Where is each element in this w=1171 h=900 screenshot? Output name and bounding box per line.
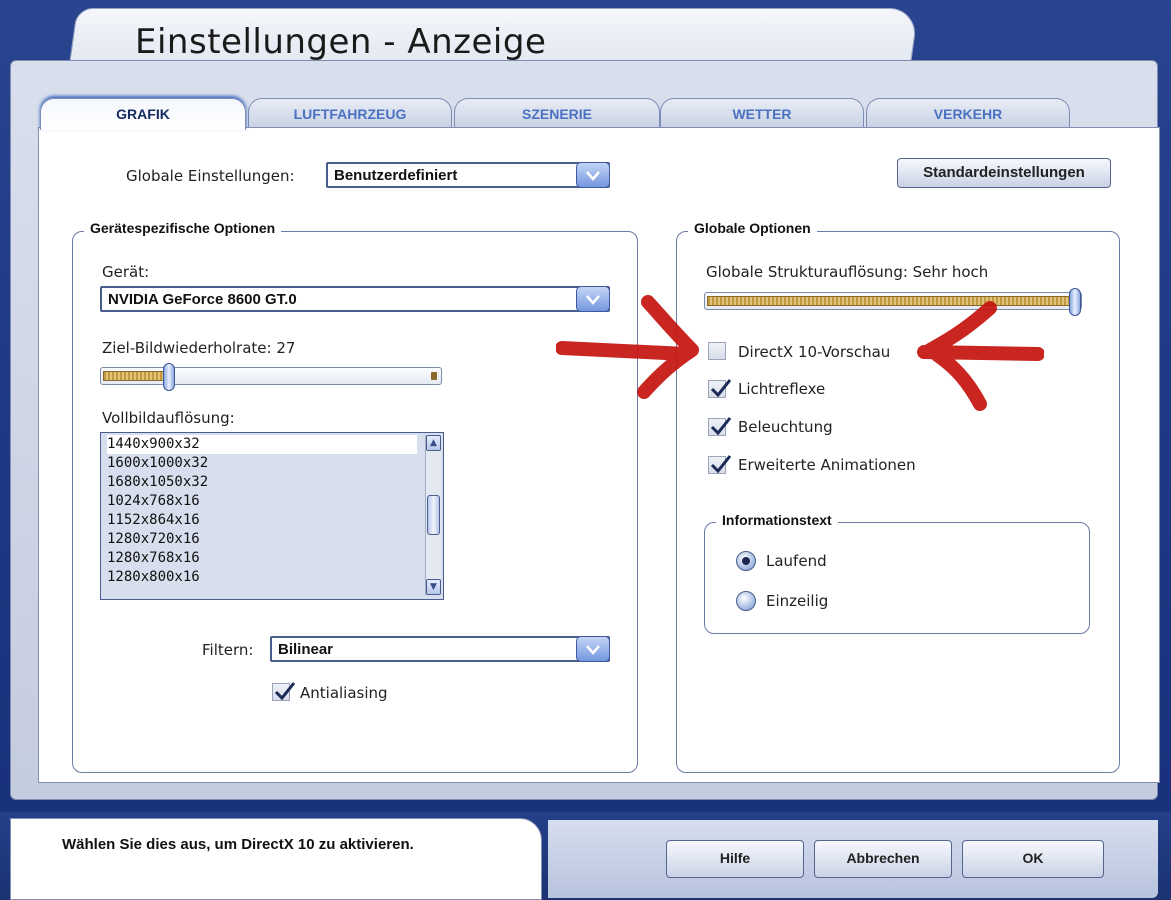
slider-end-marker (431, 372, 437, 380)
tab-verkehr[interactable]: VERKEHR (866, 98, 1070, 128)
ok-button[interactable]: OK (962, 840, 1104, 878)
chevron-down-icon[interactable] (576, 636, 610, 662)
lighting-label: Beleuchtung (738, 418, 833, 436)
list-item[interactable]: 1440x900x32 (107, 435, 417, 454)
scroll-up-icon[interactable]: ▲ (426, 435, 441, 451)
filter-label: Filtern: (202, 641, 254, 659)
cancel-button[interactable]: Abbrechen (814, 840, 952, 878)
single-line-radio[interactable] (736, 591, 756, 611)
settings-window: Einstellungen - Anzeige GRAFIK LUFTFAHRZ… (0, 0, 1171, 900)
framerate-slider-thumb[interactable] (163, 363, 175, 391)
global-settings-value: Benutzerdefiniert (334, 167, 458, 184)
list-item[interactable]: 1280x768x16 (107, 549, 200, 568)
checkmark-icon (274, 682, 296, 701)
list-item[interactable]: 1024x768x16 (107, 492, 200, 511)
running-radio[interactable] (736, 551, 756, 571)
filter-dropdown[interactable]: Bilinear (270, 636, 610, 662)
tab-wetter[interactable]: WETTER (660, 98, 864, 128)
lighting-checkbox[interactable] (708, 417, 732, 436)
tab-bar: GRAFIK LUFTFAHRZEUG SZENERIE WETTER VERK… (38, 98, 1072, 130)
checkmark-icon (710, 417, 732, 436)
checkmark-icon (710, 455, 732, 474)
resolution-scrollbar[interactable]: ▲ ▼ (425, 435, 441, 595)
device-options-title: Gerätespezifische Optionen (84, 220, 282, 236)
texture-resolution-label: Globale Strukturauflösung: Sehr hoch (706, 263, 989, 281)
list-item[interactable]: 1280x720x16 (107, 530, 200, 549)
list-item[interactable]: 1152x864x16 (107, 511, 200, 530)
framerate-label: Ziel-Bildwiederholrate: 27 (102, 339, 296, 357)
texture-slider-thumb[interactable] (1069, 288, 1081, 316)
advanced-animations-label: Erweiterte Animationen (738, 456, 916, 474)
filter-value: Bilinear (278, 641, 334, 658)
chevron-down-icon[interactable] (576, 162, 610, 188)
annotation-arrow-left-icon (917, 301, 1044, 411)
checkmark-icon (710, 379, 732, 398)
resolution-label: Vollbildauflösung: (102, 409, 235, 427)
directx10-label: DirectX 10-Vorschau (738, 343, 891, 361)
global-settings-dropdown[interactable]: Benutzerdefiniert (326, 162, 610, 188)
status-box (10, 818, 542, 900)
single-line-label: Einzeilig (766, 592, 829, 610)
annotation-arrow-right-icon (556, 295, 699, 399)
lens-flare-label: Lichtreflexe (738, 380, 826, 398)
help-button[interactable]: Hilfe (666, 840, 804, 878)
antialiasing-checkbox[interactable] (272, 682, 296, 701)
device-value: NVIDIA GeForce 8600 GT.0 (108, 291, 297, 308)
window-title: Einstellungen - Anzeige (135, 22, 547, 62)
global-options-group (676, 231, 1120, 773)
global-options-title: Globale Optionen (688, 220, 817, 236)
framerate-slider[interactable] (100, 363, 442, 391)
tab-szenerie[interactable]: SZENERIE (454, 98, 660, 128)
tab-grafik[interactable]: GRAFIK (40, 98, 246, 130)
device-dropdown[interactable]: NVIDIA GeForce 8600 GT.0 (100, 286, 610, 312)
advanced-animations-checkbox[interactable] (708, 455, 732, 474)
list-item[interactable]: 1280x800x16 (107, 568, 200, 587)
scrollbar-thumb[interactable] (427, 495, 440, 535)
resolution-list[interactable]: 1440x900x32 1600x1000x32 1680x1050x32 10… (100, 432, 444, 600)
lens-flare-checkbox[interactable] (708, 379, 732, 398)
tab-luftfahrzeug[interactable]: LUFTFAHRZEUG (248, 98, 452, 128)
device-label: Gerät: (102, 263, 150, 281)
list-item[interactable]: 1600x1000x32 (107, 454, 208, 473)
defaults-button[interactable]: Standardeinstellungen (897, 158, 1111, 188)
scroll-down-icon[interactable]: ▼ (426, 579, 441, 595)
framerate-slider-fill (103, 371, 165, 381)
directx10-checkbox[interactable] (708, 342, 726, 360)
status-text: Wählen Sie dies aus, um DirectX 10 zu ak… (62, 836, 414, 853)
running-label: Laufend (766, 552, 827, 570)
info-text-group (704, 522, 1090, 634)
info-text-title: Informationstext (716, 512, 838, 528)
antialiasing-label: Antialiasing (300, 684, 388, 702)
list-item[interactable]: 1680x1050x32 (107, 473, 208, 492)
global-settings-label: Globale Einstellungen: (126, 167, 295, 185)
